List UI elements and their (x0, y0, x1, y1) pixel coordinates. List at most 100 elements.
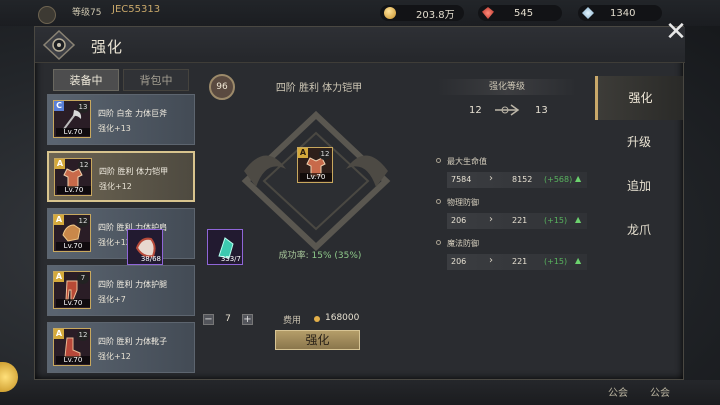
enhance-level-title: 强化等级 (437, 79, 577, 95)
bottom-bar: 公会 公会 (0, 380, 720, 405)
item-icon-frame: A 12 Lv.70 (53, 214, 91, 252)
diamond-value: 1340 (610, 7, 636, 19)
stat-new: 221 (512, 216, 528, 225)
bottom-label-2[interactable]: 公会 (650, 384, 670, 399)
bullet-icon (436, 199, 441, 204)
stat-old: 206 (451, 257, 467, 266)
ruby-counter[interactable]: 545 (478, 5, 562, 21)
diamond-counter[interactable]: 1340 (578, 5, 662, 21)
ruby-icon (482, 7, 494, 19)
item-level: Lv.70 (300, 173, 332, 181)
close-button[interactable]: ✕ (664, 19, 688, 45)
item-level: Lv.70 (56, 299, 90, 307)
item-name: 四阶 胜利 体力铠甲 (99, 167, 169, 176)
enhance-button[interactable]: 强化 (275, 330, 360, 350)
stepper-plus-button[interactable]: + (241, 313, 253, 325)
arrow-up-icon: ▲ (575, 215, 582, 224)
screen: { "hud": { "player_level": "等级75", "play… (0, 0, 720, 405)
grade-badge: A (54, 329, 64, 339)
tab-equipped[interactable]: 装备中 (53, 69, 119, 91)
tab-enhance[interactable]: 强化 (595, 76, 683, 120)
grade-badge: A (55, 159, 65, 169)
tab-upgrade[interactable]: 升级 (595, 120, 683, 164)
side-tabs: 强化 升级 追加 龙爪 (595, 72, 683, 268)
panel-title: 强化 (91, 38, 124, 56)
stat-increase: (+15) (544, 257, 568, 266)
success-rate-value: 15% (35%) (311, 251, 362, 261)
grade-badge: C (54, 101, 64, 111)
item-name: 四阶 胜利 力体护腿 (98, 280, 168, 289)
stat-name: 魔法防御 (447, 239, 479, 248)
chevron-right-icon: › (489, 173, 493, 184)
selected-item-slot[interactable]: A 12 Lv.70 (297, 147, 333, 183)
list-item[interactable]: A 12 Lv.70 四阶 胜利 力体护肩 强化+12 (47, 208, 195, 259)
fee-label: 费用 (283, 316, 302, 326)
ruby-value: 545 (514, 7, 534, 19)
item-level: Lv.70 (56, 356, 90, 364)
list-item[interactable]: C 13 Lv.70 四阶 白金 力体巨斧 强化+13 (47, 94, 195, 145)
material-crystal-count: 333/7 (220, 255, 241, 263)
player-level: 等级75 (72, 8, 102, 18)
plus-badge: 12 (319, 149, 331, 160)
diamond-icon (582, 7, 594, 19)
bullet-icon (436, 240, 441, 245)
stepper-minus-button[interactable]: − (203, 313, 214, 325)
plus-badge: 12 (77, 216, 89, 227)
enhance-panel: 强化 装备中 背包中 C 13 Lv.70 四阶 白金 力体巨斧 强化+13 A… (34, 26, 685, 380)
arrow-up-icon: ▲ (575, 174, 582, 183)
panel-header: 强化 (35, 27, 685, 63)
list-item[interactable]: A 12 Lv.70 四阶 胜利 力体靴子 强化+12 (47, 322, 195, 373)
stat-increase: (+15) (544, 216, 568, 225)
player-id: JEC55313 (112, 4, 161, 15)
item-icon-frame: A 12 Lv.70 (54, 158, 92, 196)
item-name: 四阶 胜利 力体靴子 (98, 337, 168, 346)
tab-bag[interactable]: 背包中 (123, 69, 189, 91)
plus-badge: 12 (77, 330, 89, 341)
top-hud: 等级75 JEC55313 203.8万 545 1340 (0, 0, 720, 26)
list-item[interactable]: A 7 Lv.70 四阶 胜利 力体护腿 强化+7 (47, 265, 195, 316)
quantity-stepper: − 7 + (203, 312, 253, 326)
grade-badge: A (54, 272, 64, 282)
list-item-selected[interactable]: A 12 Lv.70 四阶 胜利 体力铠甲 强化+12 (47, 151, 195, 202)
item-icon-frame: C 13 Lv.70 (53, 100, 91, 138)
success-rate-label: 成功率: (278, 251, 309, 261)
item-enhance: 强化+12 (99, 182, 132, 191)
stat-old: 206 (451, 216, 467, 225)
gold-coin-icon (314, 316, 320, 322)
stat-new: 8152 (512, 175, 533, 184)
tab-add[interactable]: 追加 (595, 164, 683, 208)
item-level: Lv.70 (56, 128, 90, 136)
item-enhance: 强化+7 (98, 295, 126, 304)
tab-dragon-claw[interactable]: 龙爪 (595, 208, 683, 252)
plus-badge: 7 (77, 273, 89, 284)
material-stone-count: 38/68 (140, 255, 161, 263)
enhance-emblem-icon (42, 29, 76, 61)
gold-coin-icon (384, 7, 396, 19)
grade-badge: A (54, 215, 64, 225)
material-crystal-slot[interactable]: 333/7 (207, 229, 243, 265)
stat-name: 最大生命值 (447, 157, 487, 166)
enhance-level-from: 12 (469, 105, 482, 116)
fee-value: 168000 (325, 313, 360, 323)
bullet-icon (436, 158, 441, 163)
stat-new: 221 (512, 257, 528, 266)
stat-row: 206 › 221 (+15) ▲ (447, 254, 587, 270)
bottom-label-1[interactable]: 公会 (608, 384, 628, 399)
chevron-right-icon: › (489, 255, 493, 266)
player-avatar[interactable] (38, 6, 56, 24)
stat-row: 206 › 221 (+15) ▲ (447, 213, 587, 229)
plus-badge: 12 (78, 160, 90, 171)
stat-row: 7584 › 8152 (+568) ▲ (447, 172, 587, 188)
chevron-right-icon: › (489, 214, 493, 225)
plus-badge: 13 (77, 102, 89, 113)
stat-increase: (+568) (544, 175, 573, 184)
material-stone-slot[interactable]: 38/68 (127, 229, 163, 265)
enhance-level-to: 13 (535, 105, 548, 116)
selected-item-title: 四阶 胜利 体力铠甲 (275, 83, 363, 94)
gold-value: 203.8万 (416, 9, 455, 21)
arrow-right-icon (495, 104, 520, 116)
stepper-value: 7 (225, 314, 231, 324)
item-enhance: 强化+12 (98, 352, 131, 361)
stat-old: 7584 (451, 175, 472, 184)
gold-counter[interactable]: 203.8万 (380, 5, 464, 21)
